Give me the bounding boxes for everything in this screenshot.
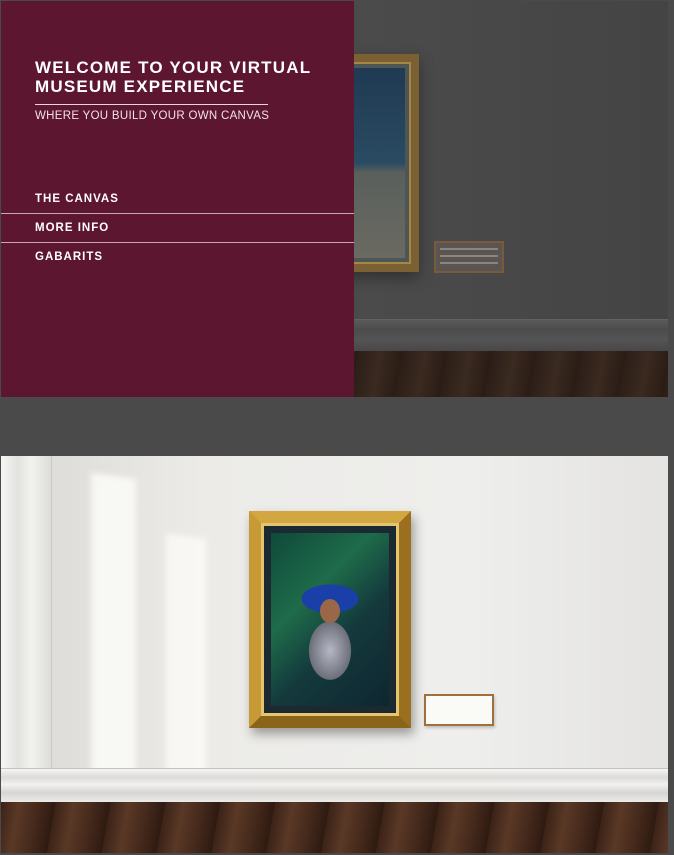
menu-item-gabarits[interactable]: GABARITS	[1, 243, 354, 271]
window-frame	[1, 456, 52, 801]
menu-item-more-info[interactable]: MORE INFO	[1, 214, 354, 242]
portrait-artwork	[271, 533, 389, 706]
welcome-title: WELCOME TO YOUR VIRTUAL MUSEUM EXPERIENC…	[35, 58, 335, 96]
welcome-title-line1: WELCOME TO YOUR VIRTUAL	[35, 58, 312, 77]
gold-picture-frame[interactable]	[249, 511, 411, 728]
artwork-plaque	[434, 241, 504, 273]
title-divider	[35, 104, 268, 105]
menu-item-the-canvas[interactable]: THE CANVAS	[1, 185, 354, 213]
artwork-plaque	[424, 694, 494, 726]
welcome-title-line2: MUSEUM EXPERIENCE	[35, 77, 246, 96]
portrait-face	[320, 598, 340, 623]
gallery-room	[1, 456, 668, 853]
sunlight-beam	[91, 472, 136, 780]
wainscot-molding	[1, 768, 668, 803]
welcome-subtitle: WHERE YOU BUILD YOUR OWN CANVAS	[35, 110, 270, 122]
main-menu: THE CANVAS MORE INFO GABARITS	[1, 185, 354, 271]
sunlight-beam	[166, 533, 206, 779]
welcome-menu-panel: WELCOME TO YOUR VIRTUAL MUSEUM EXPERIENC…	[1, 1, 354, 397]
wood-floor	[1, 802, 668, 853]
